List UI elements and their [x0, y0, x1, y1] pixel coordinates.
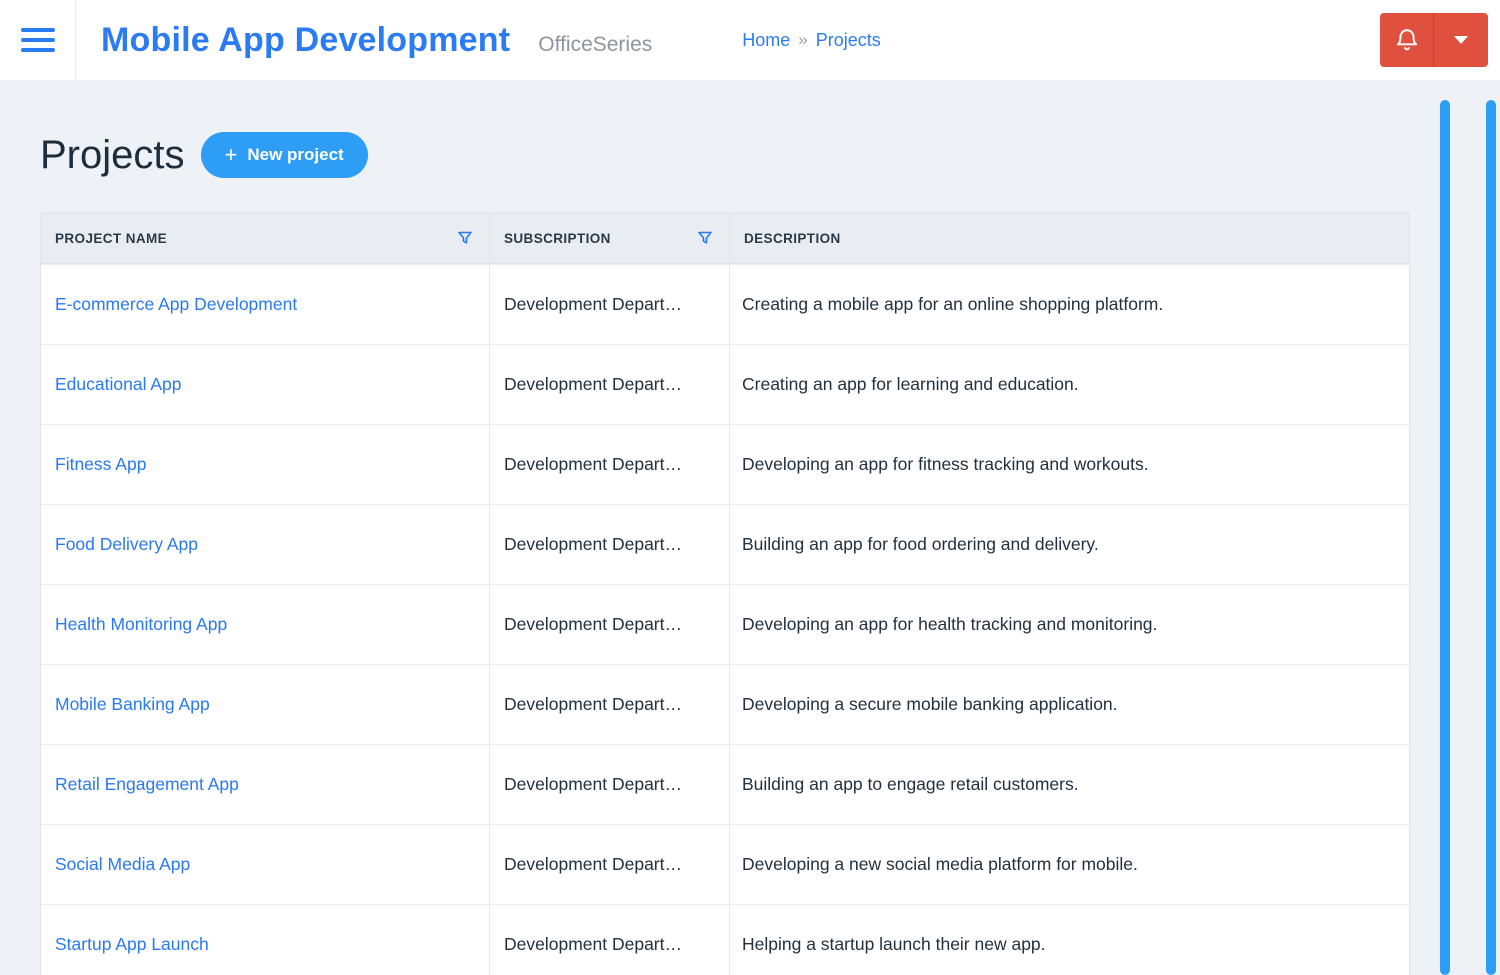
- subscription-cell: Development Depart…: [490, 665, 730, 744]
- project-name-cell: Social Media App: [41, 825, 490, 904]
- hamburger-icon: [20, 28, 55, 52]
- subscription-cell: Development Depart…: [490, 585, 730, 664]
- top-header: Mobile App Development OfficeSeries Home…: [0, 0, 1500, 80]
- breadcrumb-home-link[interactable]: Home: [742, 30, 790, 51]
- breadcrumb: Home » Projects: [742, 30, 881, 51]
- project-name-cell: Food Delivery App: [41, 505, 490, 584]
- new-project-button[interactable]: + New project: [200, 132, 368, 178]
- project-link[interactable]: Startup App Launch: [55, 934, 209, 955]
- column-label: Project name: [55, 230, 168, 246]
- table-row: Retail Engagement App Development Depart…: [41, 744, 1409, 824]
- account-dropdown-button[interactable]: [1434, 13, 1488, 67]
- description-cell: Helping a startup launch their new app.: [742, 934, 1046, 954]
- app-title: Mobile App Development: [101, 20, 511, 59]
- column-header-description: Description: [730, 213, 1409, 263]
- description-cell: Creating an app for learning and educati…: [742, 374, 1079, 394]
- project-name-cell: Health Monitoring App: [41, 585, 490, 664]
- table-row: Fitness App Development Depart… Developi…: [41, 424, 1409, 504]
- menu-button[interactable]: [0, 0, 76, 80]
- app-subtitle: OfficeSeries: [538, 32, 653, 56]
- description-cell: Creating a mobile app for an online shop…: [742, 294, 1164, 314]
- plus-icon: +: [224, 142, 238, 167]
- breadcrumb-separator-icon: »: [798, 30, 808, 49]
- subscription-cell: Development Depart…: [490, 745, 730, 824]
- page-scrollbar[interactable]: [1486, 100, 1496, 975]
- description-cell: Building an app to engage retail custome…: [742, 774, 1079, 794]
- subscription-cell: Development Depart…: [490, 425, 730, 504]
- table-row: E-commerce App Development Development D…: [41, 264, 1409, 344]
- project-name-cell: E-commerce App Development: [41, 265, 490, 344]
- subscription-cell: Development Depart…: [490, 905, 730, 975]
- chevron-down-icon: [1454, 36, 1468, 44]
- project-link[interactable]: Health Monitoring App: [55, 614, 227, 635]
- description-cell: Developing a secure mobile banking appli…: [742, 694, 1118, 714]
- column-label: Description: [744, 230, 841, 246]
- filter-icon[interactable]: [697, 230, 713, 246]
- description-cell: Developing a new social media platform f…: [742, 854, 1138, 874]
- table-row: Food Delivery App Development Depart… Bu…: [41, 504, 1409, 584]
- app-root: Mobile App Development OfficeSeries Home…: [0, 0, 1500, 975]
- subscription-cell: Development Depart…: [490, 505, 730, 584]
- description-cell: Building an app for food ordering and de…: [742, 534, 1099, 554]
- subscription-cell: Development Depart…: [490, 825, 730, 904]
- bell-icon: [1396, 29, 1417, 51]
- project-link[interactable]: Social Media App: [55, 854, 190, 875]
- project-link[interactable]: Educational App: [55, 374, 182, 395]
- project-name-cell: Retail Engagement App: [41, 745, 490, 824]
- table-row: Startup App Launch Development Depart… H…: [41, 904, 1409, 975]
- content-scrollbar[interactable]: [1440, 100, 1450, 975]
- table-row: Educational App Development Depart… Crea…: [41, 344, 1409, 424]
- page-title: Projects: [40, 132, 185, 177]
- column-header-project-name: Project name: [41, 213, 490, 263]
- table-row: Health Monitoring App Development Depart…: [41, 584, 1409, 664]
- title-area: Mobile App Development OfficeSeries: [76, 21, 652, 60]
- project-link[interactable]: Retail Engagement App: [55, 774, 239, 795]
- main-content: Projects + New project Project name Subs…: [0, 132, 1500, 975]
- description-cell: Developing an app for fitness tracking a…: [742, 454, 1149, 474]
- notifications-button[interactable]: [1380, 13, 1434, 67]
- new-project-label: New project: [247, 145, 344, 164]
- page-head: Projects + New project: [40, 132, 1460, 178]
- filter-icon[interactable]: [457, 230, 473, 246]
- column-header-subscription: Subscription: [490, 213, 730, 263]
- table-row: Mobile Banking App Development Depart… D…: [41, 664, 1409, 744]
- breadcrumb-projects-link[interactable]: Projects: [816, 30, 881, 51]
- projects-table: Project name Subscription Description: [40, 212, 1410, 975]
- description-cell: Developing an app for health tracking an…: [742, 614, 1158, 634]
- header-actions: [1380, 13, 1488, 67]
- table-row: Social Media App Development Depart… Dev…: [41, 824, 1409, 904]
- column-label: Subscription: [504, 230, 611, 246]
- project-link[interactable]: Mobile Banking App: [55, 694, 210, 715]
- project-link[interactable]: E-commerce App Development: [55, 294, 297, 315]
- project-name-cell: Educational App: [41, 345, 490, 424]
- subscription-cell: Development Depart…: [490, 345, 730, 424]
- project-link[interactable]: Fitness App: [55, 454, 146, 475]
- project-link[interactable]: Food Delivery App: [55, 534, 198, 555]
- project-name-cell: Mobile Banking App: [41, 665, 490, 744]
- project-name-cell: Startup App Launch: [41, 905, 490, 975]
- table-header-row: Project name Subscription Description: [41, 213, 1409, 264]
- subscription-cell: Development Depart…: [490, 265, 730, 344]
- project-name-cell: Fitness App: [41, 425, 490, 504]
